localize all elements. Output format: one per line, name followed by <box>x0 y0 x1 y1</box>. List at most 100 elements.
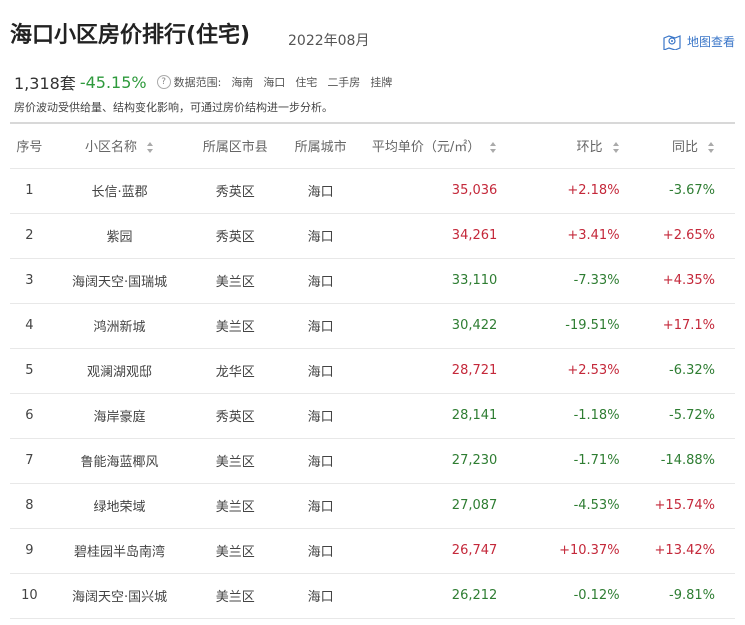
rank-cell: 2 <box>25 228 34 243</box>
range-item: 二手房 <box>327 76 361 89</box>
table-row[interactable]: 5 观澜湖观邸 龙华区 海口 28,721 +2.53% -6.32% <box>10 348 735 393</box>
table-header-row: 序号 小区名称 所属区市县 所属城市 平均单价（元/㎡） 环比 同比 <box>10 123 735 168</box>
table-row[interactable]: 7 鲁能海蓝椰风 美兰区 海口 27,230 -1.71% -14.88% <box>10 438 735 483</box>
city-cell: 海口 <box>307 455 334 470</box>
name-cell[interactable]: 海阔天空·国瑞城 <box>49 258 191 303</box>
mom-cell: +3.41% <box>567 228 620 243</box>
city-cell: 海口 <box>307 410 334 425</box>
name-cell[interactable]: 海岸豪庭 <box>49 393 191 438</box>
district-cell: 龙华区 <box>215 365 255 380</box>
district-cell: 秀英区 <box>215 410 255 425</box>
yoy-cell: -5.72% <box>669 408 715 423</box>
city-cell: 海口 <box>307 365 334 380</box>
name-cell[interactable]: 碧桂园半岛南湾 <box>49 528 191 573</box>
ranking-table: 序号 小区名称 所属区市县 所属城市 平均单价（元/㎡） 环比 同比 1 长信·蓝… <box>10 122 735 619</box>
name-cell[interactable]: 绿地荣域 <box>49 483 191 528</box>
city-cell: 海口 <box>307 500 334 515</box>
city-cell: 海口 <box>307 590 334 605</box>
table-row[interactable]: 4 鸿洲新城 美兰区 海口 30,422 -19.51% +17.1% <box>10 303 735 348</box>
name-cell[interactable]: 海阔天空·国兴城 <box>49 573 191 618</box>
table-row[interactable]: 2 紫园 秀英区 海口 34,261 +3.41% +2.65% <box>10 213 735 258</box>
header-yoy[interactable]: 同比 <box>620 123 735 168</box>
price-cell: 34,261 <box>451 228 498 243</box>
district-cell: 美兰区 <box>215 545 255 560</box>
header-mom[interactable]: 环比 <box>511 123 619 168</box>
rank-cell: 1 <box>25 183 34 198</box>
header-district: 所属区市县 <box>202 140 268 156</box>
rank-cell: 9 <box>25 543 34 558</box>
price-cell: 28,141 <box>451 408 498 423</box>
map-view-label: 地图查看 <box>686 35 735 49</box>
yoy-cell: +2.65% <box>662 228 715 243</box>
period-label: 2022年08月 <box>288 33 370 49</box>
name-cell[interactable]: 观澜湖观邸 <box>49 348 191 393</box>
rank-cell: 10 <box>21 588 38 603</box>
yoy-cell: -6.32% <box>669 363 715 378</box>
sort-icon[interactable] <box>147 142 154 154</box>
rank-cell: 4 <box>25 318 34 333</box>
range-label: 数据范围: <box>173 76 222 89</box>
page-title: 海口小区房价排行(住宅) <box>10 23 251 48</box>
sort-icon[interactable] <box>612 142 620 154</box>
summary-bar: 1,318套 -45.15% ? 数据范围: 海南 海口 住宅 二手房 挂牌 <box>14 70 392 94</box>
table-row[interactable]: 6 海岸豪庭 秀英区 海口 28,141 -1.18% -5.72% <box>10 393 735 438</box>
header-price[interactable]: 平均单价（元/㎡） <box>361 123 511 168</box>
district-cell: 美兰区 <box>215 590 255 605</box>
district-cell: 美兰区 <box>215 500 255 515</box>
price-cell: 27,230 <box>451 453 498 468</box>
name-cell[interactable]: 鲁能海蓝椰风 <box>49 438 191 483</box>
sort-icon[interactable] <box>708 142 715 154</box>
range-item: 海口 <box>263 76 286 89</box>
name-cell[interactable]: 长信·蓝郡 <box>49 168 191 213</box>
table-row[interactable]: 8 绿地荣域 美兰区 海口 27,087 -4.53% +15.74% <box>10 483 735 528</box>
district-cell: 美兰区 <box>215 455 255 470</box>
price-cell: 26,747 <box>451 543 498 558</box>
rank-cell: 6 <box>25 408 34 423</box>
price-cell: 33,110 <box>451 273 498 288</box>
district-cell: 秀英区 <box>215 185 255 200</box>
table-row[interactable]: 9 碧桂园半岛南湾 美兰区 海口 26,747 +10.37% +13.42% <box>10 528 735 573</box>
rank-cell: 8 <box>25 498 34 513</box>
mom-cell: +10.37% <box>559 543 620 558</box>
rank-cell: 3 <box>25 273 34 288</box>
note-text: 房价波动受供给量、结构变化影响，可通过房价结构进一步分析。 <box>14 101 333 114</box>
header-name[interactable]: 小区名称 <box>49 123 191 168</box>
table-row[interactable]: 1 长信·蓝郡 秀英区 海口 35,036 +2.18% -3.67% <box>10 168 735 213</box>
yoy-cell: -14.88% <box>660 453 715 468</box>
mom-cell: +2.53% <box>567 363 620 378</box>
range-item: 挂牌 <box>370 76 393 89</box>
price-cell: 27,087 <box>451 498 498 513</box>
map-pin-icon <box>663 34 681 50</box>
table-row[interactable]: 3 海阔天空·国瑞城 美兰区 海口 33,110 -7.33% +4.35% <box>10 258 735 303</box>
mom-cell: -0.12% <box>573 588 620 603</box>
mom-cell: +2.18% <box>567 183 620 198</box>
yoy-cell: -3.67% <box>669 183 715 198</box>
price-cell: 26,212 <box>451 588 498 603</box>
price-cell: 35,036 <box>451 183 498 198</box>
mom-cell: -1.18% <box>573 408 620 423</box>
sort-icon[interactable] <box>490 142 497 154</box>
yoy-cell: +15.74% <box>654 498 715 513</box>
mom-cell: -1.71% <box>573 453 620 468</box>
rank-cell: 5 <box>25 363 34 378</box>
count-change: -45.15% <box>79 72 147 92</box>
name-cell[interactable]: 紫园 <box>49 213 191 258</box>
yoy-cell: +17.1% <box>662 318 715 333</box>
range-item: 住宅 <box>295 76 318 89</box>
price-cell: 30,422 <box>451 318 498 333</box>
map-view-link[interactable]: 地图查看 <box>663 33 735 50</box>
table-row[interactable]: 10 海阔天空·国兴城 美兰区 海口 26,212 -0.12% -9.81% <box>10 573 735 618</box>
range-item: 海南 <box>231 76 254 89</box>
rank-cell: 7 <box>25 453 34 468</box>
yoy-cell: +4.35% <box>662 273 715 288</box>
city-cell: 海口 <box>307 320 334 335</box>
mom-cell: -19.51% <box>565 318 620 333</box>
name-cell[interactable]: 鸿洲新城 <box>49 303 191 348</box>
price-cell: 28,721 <box>451 363 498 378</box>
question-icon[interactable]: ? <box>156 75 171 89</box>
listing-count: 1,318套 <box>14 74 76 93</box>
district-cell: 美兰区 <box>215 275 255 290</box>
city-cell: 海口 <box>307 545 334 560</box>
city-cell: 海口 <box>307 230 334 245</box>
district-cell: 美兰区 <box>215 320 255 335</box>
